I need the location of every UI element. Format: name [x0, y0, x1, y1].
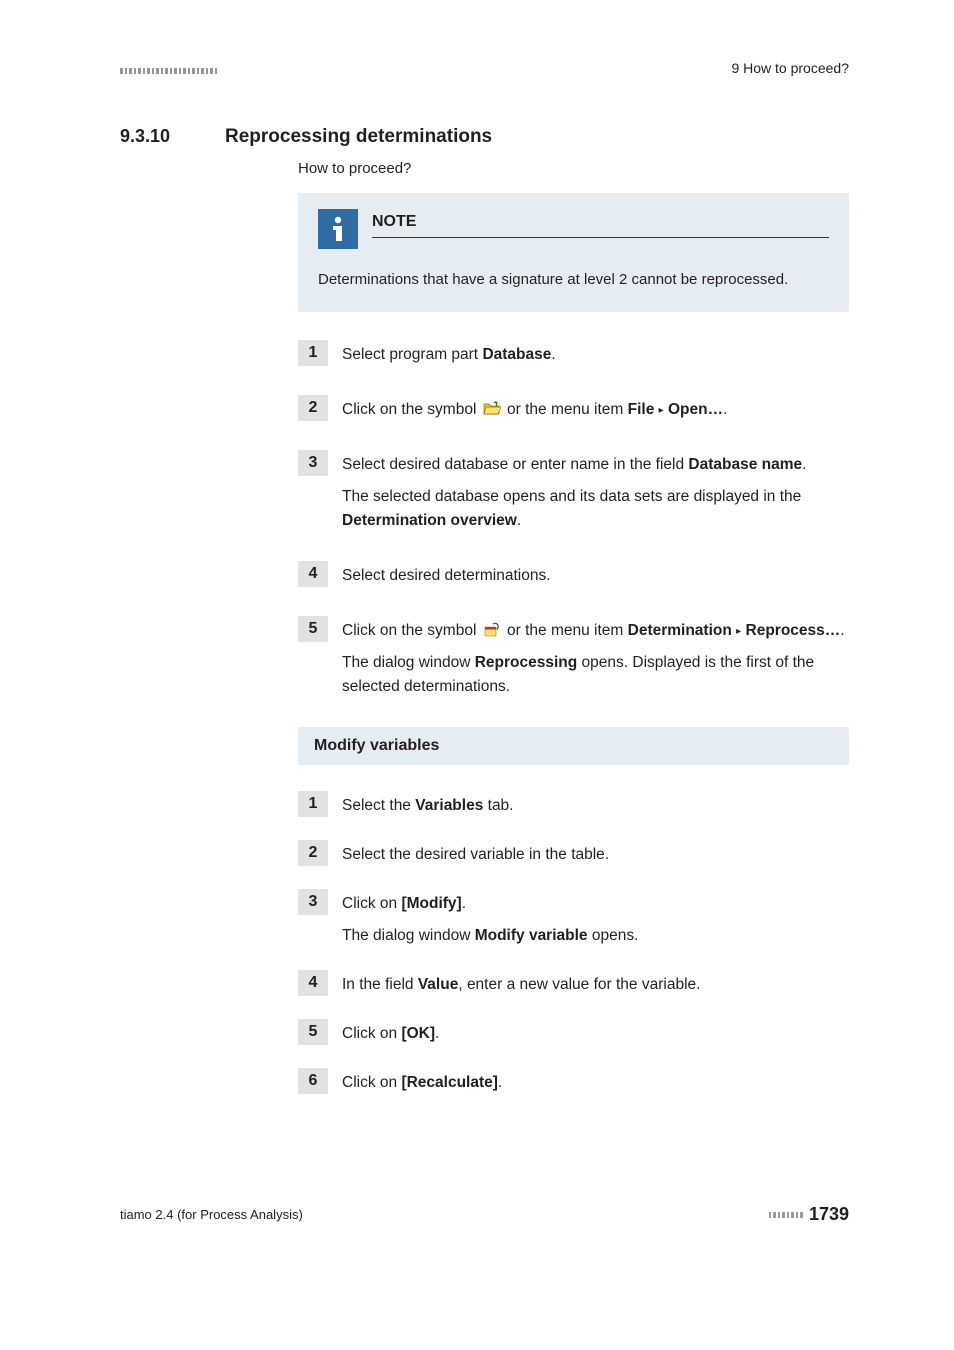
footer-product: tiamo 2.4 (for Process Analysis) [120, 1207, 303, 1222]
step-text: Select program part Database. [342, 340, 849, 367]
step-number: 2 [298, 840, 328, 866]
running-header: 9 How to proceed? [731, 60, 849, 76]
step-text: Click on [Modify]. The dialog window Mod… [342, 889, 849, 948]
step-number: 1 [298, 791, 328, 817]
step-number: 1 [298, 340, 328, 366]
open-folder-icon [483, 400, 501, 415]
note-box: NOTE Determinations that have a signatur… [298, 193, 849, 312]
step-text: Click on [OK]. [342, 1019, 849, 1046]
header-decoration [120, 68, 217, 74]
section-title: Reprocessing determinations [225, 126, 492, 148]
note-body: Determinations that have a signature at … [318, 269, 829, 290]
step-number: 3 [298, 889, 328, 915]
step-number: 5 [298, 1019, 328, 1045]
info-icon [318, 209, 358, 249]
step-number: 6 [298, 1068, 328, 1094]
footer-decoration [769, 1212, 803, 1218]
step-text: Select the desired variable in the table… [342, 840, 849, 867]
step-text: In the field Value, enter a new value fo… [342, 970, 849, 997]
section-subtitle: How to proceed? [298, 160, 849, 177]
section-number: 9.3.10 [120, 126, 195, 147]
step-number: 3 [298, 450, 328, 476]
step-text: Click on [Recalculate]. [342, 1068, 849, 1095]
step-text: Click on the symbol or the menu item Det… [342, 616, 849, 699]
step-number: 2 [298, 395, 328, 421]
step-number: 4 [298, 970, 328, 996]
page-number: 1739 [809, 1204, 849, 1225]
note-label: NOTE [372, 213, 416, 230]
reprocess-icon [483, 621, 501, 636]
step-text: Select desired database or enter name in… [342, 450, 849, 533]
subsection-heading: Modify variables [298, 727, 849, 765]
step-text: Select the Variables tab. [342, 791, 849, 818]
step-text: Select desired determinations. [342, 561, 849, 588]
step-number: 4 [298, 561, 328, 587]
step-number: 5 [298, 616, 328, 642]
step-text: Click on the symbol or the menu item Fil… [342, 395, 849, 422]
